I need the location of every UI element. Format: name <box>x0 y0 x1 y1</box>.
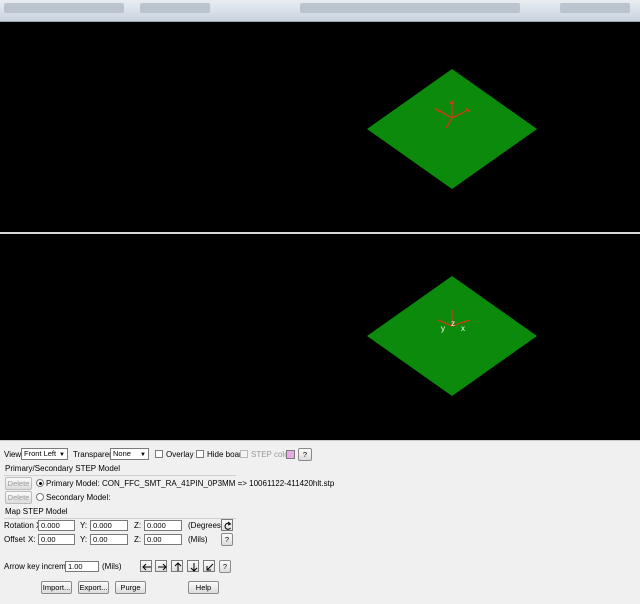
step-model-panel: View: Front Left ▼ Transparent: None ▼ O… <box>0 440 640 604</box>
offset-z-input[interactable]: 0.00 <box>144 534 182 545</box>
title-blur <box>300 3 520 13</box>
3d-viewport-bottom[interactable]: y z x <box>0 234 640 440</box>
offset-y-label: Y: <box>80 535 88 544</box>
board-plane <box>367 69 537 189</box>
window-title-bar <box>0 0 640 22</box>
rotation-z-label: Z: <box>134 521 142 530</box>
title-blur <box>560 3 630 13</box>
offset-z-label: Z: <box>134 535 142 544</box>
purge-button[interactable]: Purge <box>115 581 146 594</box>
move-right-button[interactable] <box>155 560 167 572</box>
rotation-unit: (Degrees) <box>188 521 224 530</box>
offset-label: Offset <box>4 535 26 544</box>
axis-label-z: z <box>451 319 455 328</box>
arrow-right-icon <box>158 563 167 571</box>
move-down-button[interactable] <box>187 560 199 572</box>
rotation-y-label: Y: <box>80 521 88 530</box>
primary-model-radio[interactable] <box>36 479 44 487</box>
secondary-model-radio[interactable] <box>36 493 44 501</box>
arrow-up-icon <box>174 562 182 571</box>
move-left-button[interactable] <box>140 560 152 572</box>
hide-board-checkbox[interactable] <box>196 450 204 458</box>
delete-primary-button[interactable]: Delete <box>5 477 32 490</box>
import-button[interactable]: Import... <box>41 581 72 594</box>
viewport-top-canvas <box>367 69 537 189</box>
secondary-model-label: Secondary Model: <box>46 493 111 502</box>
transparent-select[interactable]: None ▼ <box>110 448 149 460</box>
offset-unit: (Mils) <box>188 535 208 544</box>
step-color-checkbox[interactable] <box>240 450 248 458</box>
transparent-select-value: None <box>113 449 131 458</box>
rotate-reset-button[interactable] <box>221 519 233 531</box>
title-blur <box>4 3 124 13</box>
board-plane <box>367 276 537 396</box>
arrows-help-button[interactable]: ? <box>219 560 231 573</box>
delete-secondary-button[interactable]: Delete <box>5 491 32 504</box>
rotation-y-input[interactable]: 0.000 <box>90 520 128 531</box>
axis-label-y: y <box>441 324 445 333</box>
arrow-down-icon <box>190 563 198 572</box>
overlay-label: Overlay <box>166 450 194 459</box>
export-button[interactable]: Export... <box>78 581 109 594</box>
primary-model-value: CON_FFC_SMT_RA_41PIN_0P3MM => 10061122-4… <box>102 479 335 488</box>
primary-group-title: Primary/Secondary STEP Model <box>5 464 121 473</box>
move-diagonal-button[interactable] <box>203 560 215 572</box>
map-help-button[interactable]: ? <box>221 533 233 546</box>
help-button[interactable]: Help <box>188 581 219 594</box>
chevron-down-icon: ▼ <box>59 452 65 458</box>
primary-model-label: Primary Model: <box>46 479 100 488</box>
viewport-bottom-canvas: y z x <box>367 276 537 396</box>
group-divider <box>4 475 236 476</box>
axis-label-x: x <box>461 324 465 333</box>
move-up-button[interactable] <box>171 560 183 572</box>
offset-y-input[interactable]: 0.00 <box>90 534 128 545</box>
offset-x-input[interactable]: 0.00 <box>38 534 75 545</box>
rotation-z-input[interactable]: 0.000 <box>144 520 182 531</box>
title-blur <box>140 3 210 13</box>
view-select[interactable]: Front Left ▼ <box>21 448 68 460</box>
chevron-down-icon: ▼ <box>140 452 146 458</box>
arrow-left-icon <box>142 563 151 571</box>
arrow-increment-unit: (Mils) <box>102 562 122 571</box>
group-divider <box>4 518 236 519</box>
offset-x-label: X: <box>28 535 36 544</box>
view-select-value: Front Left <box>24 449 57 458</box>
rotate-icon <box>224 521 232 530</box>
3d-viewport-top[interactable] <box>0 22 640 232</box>
arrow-increment-input[interactable]: 1.00 <box>65 561 99 572</box>
overlay-checkbox[interactable] <box>155 450 163 458</box>
map-group-title: Map STEP Model <box>5 507 68 516</box>
step-color-swatch[interactable] <box>286 450 295 459</box>
view-help-button[interactable]: ? <box>298 448 312 461</box>
rotation-x-input[interactable]: 0.000 <box>38 520 75 531</box>
arrow-diagonal-icon <box>206 563 214 571</box>
